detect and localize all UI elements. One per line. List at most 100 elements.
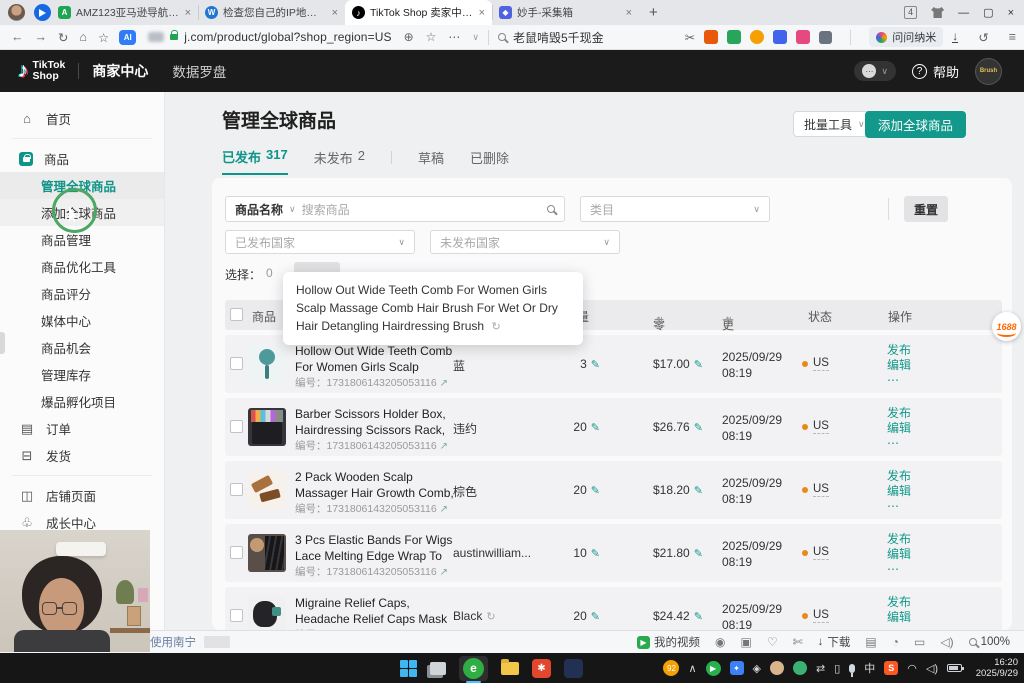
tab-close-icon[interactable]: × (332, 7, 338, 19)
screenshot-icon[interactable]: ▣ (740, 635, 751, 649)
nano-assistant-button[interactable]: 问问纳米 (869, 27, 943, 47)
minimize-button[interactable]: — (958, 7, 969, 19)
tab-draft[interactable]: 草稿 (418, 148, 444, 174)
nav-data-compass[interactable]: 数据罗盘 (172, 61, 226, 81)
edit-icon[interactable]: ✎ (591, 548, 600, 560)
link-icon[interactable]: ↗ (440, 567, 448, 578)
browser-profile-avatar[interactable] (8, 4, 25, 21)
start-button[interactable] (400, 660, 417, 677)
table-row[interactable]: Migraine Relief Caps, Headache Relief Ca… (225, 587, 1002, 630)
search-input[interactable]: 搜索商品 (302, 201, 350, 218)
taskbar-clock[interactable]: 16:202025/9/29 (976, 657, 1018, 680)
sidebar-item-shipping[interactable]: ⊟发货 (0, 442, 164, 469)
product-title[interactable]: Hollow Out Wide Teeth Comb For Women Gir… (295, 344, 455, 376)
tray-play-icon[interactable]: ▶ (706, 661, 721, 676)
browser-tab-miaoshou[interactable]: ◆ 妙手-采集箱 × (492, 0, 639, 25)
product-title[interactable]: Barber Scissors Holder Box, Hairdressing… (295, 407, 455, 439)
reset-button[interactable]: 重置 (904, 196, 948, 222)
link-icon[interactable]: ↗ (440, 504, 448, 515)
security-badge[interactable]: 92 (663, 660, 679, 676)
edit-link[interactable]: 编辑 (887, 547, 911, 562)
browser-tab-tiktok-shop[interactable]: ♪ TikTok Shop 卖家中心 |跨 × (345, 0, 492, 25)
download-button[interactable]: ↓下载 (818, 634, 851, 650)
bookmark-star-icon[interactable]: ☆ (426, 30, 437, 44)
ai-extension-icon[interactable]: AI (119, 30, 136, 45)
more-actions[interactable]: ⋯ (887, 562, 911, 577)
extension-icon-orange[interactable] (704, 30, 718, 44)
edit-icon[interactable]: ✎ (591, 485, 600, 497)
category-select[interactable]: 类目 ∨ (580, 196, 770, 222)
tab-deleted[interactable]: 已删除 (470, 148, 509, 174)
sidebar-item-media-center[interactable]: 媒体中心 (0, 307, 164, 334)
search-field-label[interactable]: 商品名称 (235, 201, 283, 218)
favorites-icon[interactable]: ☆ (98, 30, 109, 45)
tray-expand-chevron[interactable]: ∧ (688, 662, 696, 675)
edit-icon[interactable]: ✎ (694, 359, 703, 371)
volume-icon[interactable]: ◁) (926, 662, 938, 675)
wifi-icon[interactable]: ◠ (907, 662, 917, 675)
product-title[interactable]: Migraine Relief Caps, Headache Relief Ca… (295, 596, 455, 628)
edit-icon[interactable]: ✎ (694, 611, 703, 623)
close-button[interactable]: × (1008, 7, 1014, 19)
compat-mode-icon[interactable]: ◔ (892, 635, 899, 649)
reload-icon[interactable]: ↻ (58, 30, 68, 45)
product-thumbnail[interactable] (248, 471, 286, 509)
tray-green-icon[interactable] (793, 661, 807, 675)
forward-icon[interactable]: → (35, 30, 48, 44)
more-actions[interactable]: ⋯ (887, 436, 911, 451)
edit-link[interactable]: 编辑 (887, 358, 911, 373)
my-videos-button[interactable]: ▶我的视频 (637, 634, 700, 650)
published-country-select[interactable]: 已发布国家 ∨ (225, 230, 415, 254)
edit-link[interactable]: 编辑 (887, 610, 911, 625)
language-selector[interactable]: ⋯ ∨ (854, 61, 896, 81)
browser-taskbar-active[interactable]: e (459, 656, 488, 681)
nav-seller-center[interactable]: 商家中心 (92, 61, 148, 81)
row-checkbox[interactable] (230, 357, 243, 370)
sidebar-item-product-opportunity[interactable]: 商品机会 (0, 334, 164, 361)
help-button[interactable]: ? 帮助 (912, 62, 959, 81)
extension-icon-blue[interactable] (773, 30, 787, 44)
row-checkbox[interactable] (230, 609, 243, 622)
col-product[interactable]: 商品 (252, 308, 276, 325)
file-explorer-icon[interactable] (501, 662, 519, 675)
select-all-checkbox[interactable] (230, 308, 243, 321)
window-icon[interactable]: ▭ (914, 635, 925, 649)
red-app-icon[interactable]: ✱ (532, 659, 551, 678)
new-tab-button[interactable]: + (649, 4, 658, 21)
sidebar-item-product-rating[interactable]: 商品评分 (0, 280, 164, 307)
undo-icon[interactable]: ↺ (978, 30, 988, 45)
dark-app-icon[interactable] (564, 659, 583, 678)
theme-skin-icon[interactable] (931, 7, 944, 18)
omni-search-query[interactable]: 老鼠啃毁5千现金 (513, 29, 604, 46)
mini-button[interactable] (204, 636, 230, 648)
badge-1688[interactable]: 1688 (992, 312, 1021, 341)
browser-tab-amz123[interactable]: A AMZ123亚马逊导航-跨境电 × (51, 0, 198, 25)
favorite-heart-icon[interactable]: ♡ (767, 635, 778, 649)
edit-icon[interactable]: ✎ (591, 611, 600, 623)
scissors-icon[interactable]: ✂ (685, 30, 695, 45)
more-icon[interactable]: ⋯ (448, 30, 460, 44)
table-row[interactable]: 3 Pcs Elastic Bands For Wigs Lace Meltin… (225, 524, 1002, 582)
product-title[interactable]: 3 Pcs Elastic Bands For Wigs Lace Meltin… (295, 533, 455, 565)
tab-close-icon[interactable]: × (479, 7, 485, 19)
publish-link[interactable]: 发布 (887, 343, 911, 358)
edit-link[interactable]: 编辑 (887, 421, 911, 436)
table-row[interactable]: Barber Scissors Holder Box, Hairdressing… (225, 398, 1002, 456)
sidebar-item-shop-page[interactable]: ◫店铺页面 (0, 482, 164, 509)
bulk-tools-button[interactable]: 批量工具∨ (793, 111, 876, 137)
extension-icon-amber[interactable] (750, 30, 764, 44)
tray-blue-app-icon[interactable]: ✦ (730, 661, 744, 675)
sidebar-item-product-optimization[interactable]: 商品优化工具 (0, 253, 164, 280)
edit-icon[interactable]: ✎ (591, 422, 600, 434)
browser-nav-icon[interactable] (34, 4, 51, 21)
row-checkbox[interactable] (230, 420, 243, 433)
sogou-icon[interactable]: S (884, 661, 898, 675)
task-view-icon[interactable] (430, 662, 446, 675)
dropdown-chevron-icon[interactable]: ∨ (472, 32, 479, 43)
site-info-icon[interactable]: ⊕ (404, 30, 414, 44)
more-actions[interactable]: ⋯ (887, 373, 911, 388)
clip-icon[interactable]: ✄ (793, 635, 803, 649)
product-thumbnail[interactable] (248, 534, 286, 572)
unpublished-country-select[interactable]: 未发布国家 ∨ (430, 230, 620, 254)
page-zoom-control[interactable]: 100% (969, 636, 1010, 648)
